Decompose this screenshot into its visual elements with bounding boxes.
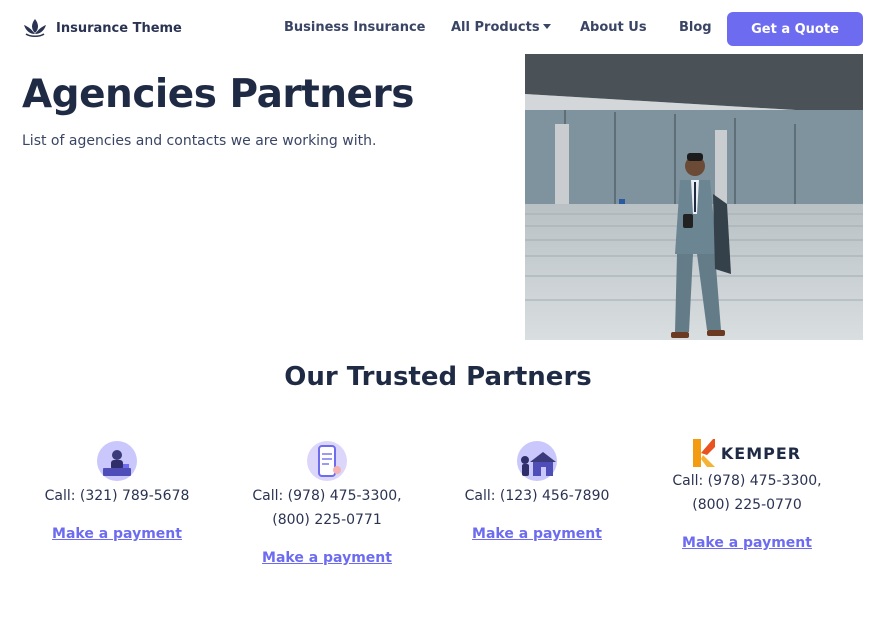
kemper-logo: KEMPER [647,439,847,467]
lotus-logo-icon [24,19,46,37]
partner-phone-secondary: (800) 225-0770 [692,497,802,513]
brand[interactable]: Insurance Theme [22,17,182,39]
partner-card: KEMPER Call: (978) 475-3300, (800) 225-0… [647,439,847,551]
partners-section-title: Our Trusted Partners [284,362,592,392]
kemper-logo-text: KEMPER [720,443,802,463]
house-insurance-icon [517,441,557,481]
nav-all-products[interactable]: All Products [451,20,551,35]
hero-photo [525,54,863,340]
make-payment-link[interactable]: Make a payment [52,526,182,542]
brand-name: Insurance Theme [56,20,182,36]
document-phone-icon [307,441,347,481]
make-payment-link[interactable]: Make a payment [262,550,392,566]
agent-desk-icon [97,441,137,481]
nav-blog[interactable]: Blog [679,20,712,35]
partner-phone: Call: (321) 789-5678 [44,488,190,504]
make-payment-link[interactable]: Make a payment [682,535,812,551]
nav-business-insurance[interactable]: Business Insurance [284,20,425,35]
caret-down-icon [542,24,551,29]
partner-phone: Call: (123) 456-7890 [464,488,610,504]
partner-card: Call: (978) 475-3300, (800) 225-0771 Mak… [227,440,427,566]
make-payment-link[interactable]: Make a payment [472,526,602,542]
partner-card: Call: (321) 789-5678 Make a payment [17,440,217,542]
get-a-quote-button[interactable]: Get a Quote [727,12,863,46]
nav-all-products-label: All Products [451,20,540,35]
page-subtitle: List of agencies and contacts we are wor… [22,133,377,149]
partner-phone: Call: (978) 475-3300, [672,473,822,489]
page-title: Agencies Partners [22,72,414,117]
partner-phone-secondary: (800) 225-0771 [272,512,382,528]
nav-about-us[interactable]: About Us [580,20,647,35]
site-header: Insurance Theme Business Insurance All P… [0,0,876,56]
partner-card: Call: (123) 456-7890 Make a payment [437,440,637,542]
partner-phone: Call: (978) 475-3300, [252,488,402,504]
kemper-k-icon [692,439,715,467]
